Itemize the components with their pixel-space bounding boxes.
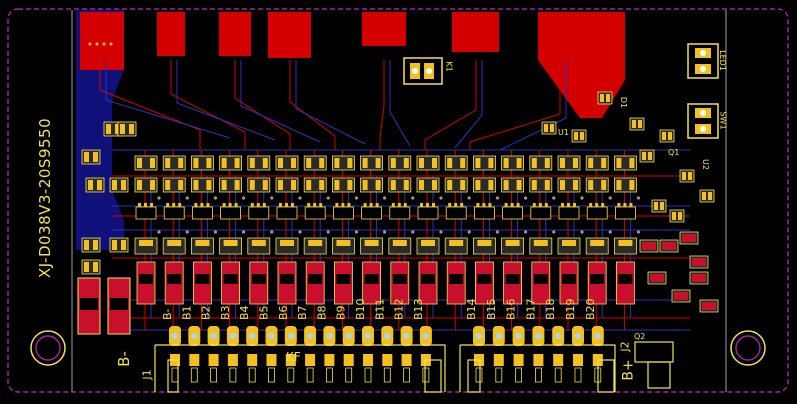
balance-pin-label: B12 [393, 298, 406, 320]
balance-pin-label: B- [161, 308, 174, 320]
balance-pin-label: B9 [335, 305, 348, 320]
balance-pin-label: B8 [315, 305, 328, 320]
balance-pin-label: B10 [354, 298, 367, 320]
balance-pin-label: B4 [238, 305, 251, 320]
q1-label: Q1 [668, 148, 680, 157]
board-model-label: XJ-D038V3-20S9550 [36, 117, 54, 279]
d1-label: D1 [619, 96, 629, 109]
u2-label: U2 [700, 159, 710, 170]
j1-label: J1 [140, 369, 154, 380]
balance-pin-label: B18 [544, 298, 557, 320]
led1-label: LED1 [717, 50, 727, 71]
sw1-label: SW1 [718, 111, 728, 130]
b-minus-label: B- [114, 351, 133, 367]
kf-label: KF [286, 350, 301, 364]
balance-pin-label: B5 [258, 305, 271, 320]
k1-label: K1 [444, 61, 454, 72]
pcb-board: B- B1 B2 B3 B4 B5 B6 B7 B8 B9 B10 B11 B12 B13 B14 B15 B1… [0, 0, 797, 400]
balance-pin-label: B11 [373, 298, 386, 320]
balance-pin-label: B17 [524, 298, 537, 320]
balance-pin-label: B13 [412, 298, 425, 320]
balance-pin-label: B19 [564, 298, 577, 320]
balance-pin-label: B6 [277, 305, 290, 320]
u1-label: U1 [558, 128, 569, 137]
balance-pin-label: B7 [296, 305, 309, 320]
balance-pin-label: B2 [200, 305, 213, 320]
balance-pin-label: B16 [505, 298, 518, 320]
b-plus-label: B+ [620, 359, 637, 381]
q2-label: Q2 [634, 332, 646, 341]
balance-pin-label: B3 [219, 305, 232, 320]
balance-pin-label: B15 [485, 298, 498, 320]
balance-pin-label: B20 [584, 298, 597, 320]
pcb-layout-svg: B- B1 B2 B3 B4 B5 B6 B7 B8 B9 B10 B11 B12 B13 B14 B15 B1… [7, 8, 789, 393]
balance-pin-label: B1 [180, 305, 193, 320]
board-outline [7, 8, 789, 393]
j2-label: J2 [618, 341, 632, 352]
balance-pin-label: B14 [465, 298, 478, 320]
